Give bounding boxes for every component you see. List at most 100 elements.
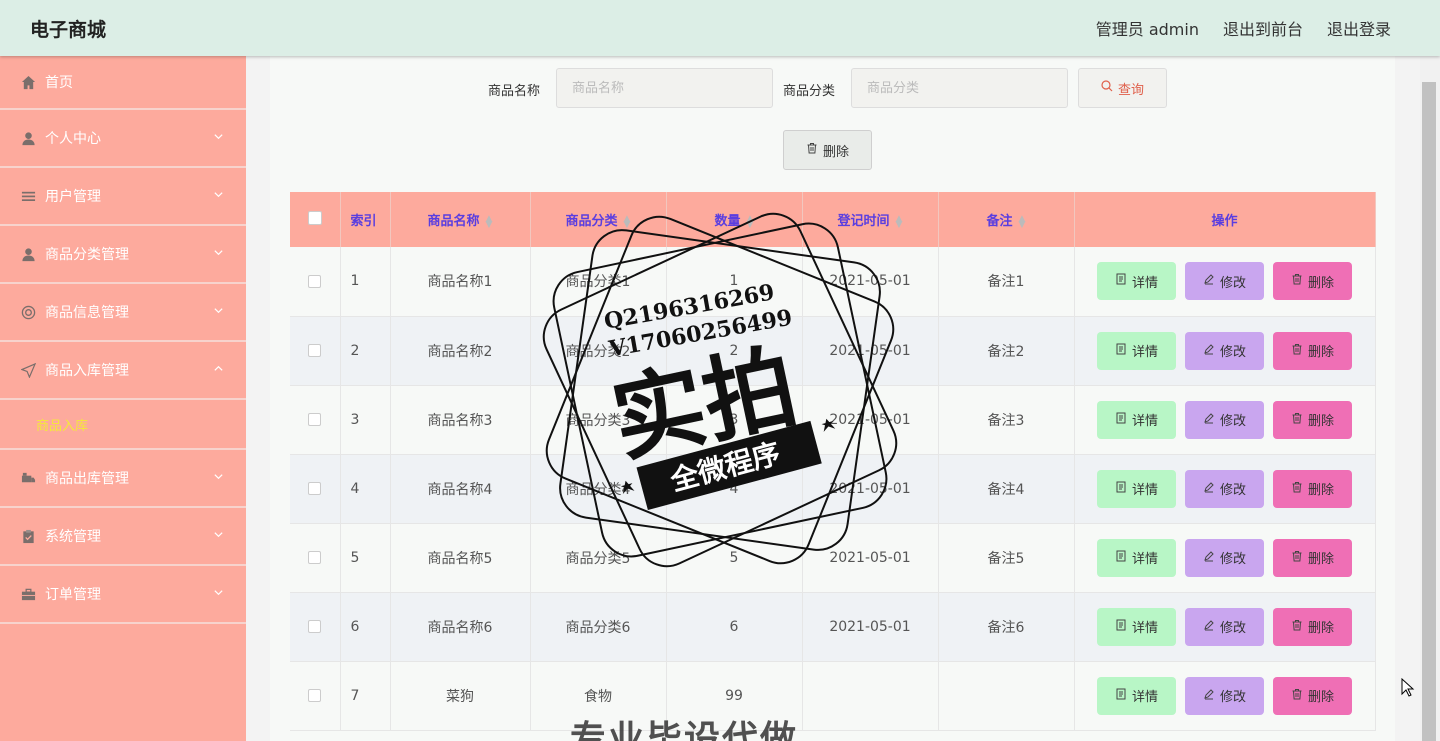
edit-button[interactable]: 修改 bbox=[1185, 262, 1264, 301]
chevron-down-icon bbox=[213, 305, 224, 319]
sort-icon[interactable]: ▲ ▼ bbox=[1019, 214, 1026, 229]
detail-button-label: 详情 bbox=[1131, 483, 1158, 498]
row-select-cell[interactable] bbox=[290, 385, 341, 455]
row-select-cell[interactable] bbox=[290, 454, 341, 524]
edit-button[interactable]: 修改 bbox=[1185, 607, 1264, 646]
delete-button[interactable]: 删除 bbox=[1273, 400, 1352, 439]
sidebar-item-user-management[interactable]: 用户管理 bbox=[0, 168, 246, 226]
trash-icon bbox=[1291, 343, 1303, 359]
column-header-note[interactable]: 备注 ▲ ▼ bbox=[938, 192, 1075, 247]
document-icon bbox=[1115, 619, 1127, 635]
delete-button[interactable]: 删除 bbox=[1273, 262, 1352, 301]
cell-product-name: 商品名称6 bbox=[390, 592, 531, 662]
cell-category: 商品分类2 bbox=[530, 316, 667, 386]
select-all-checkbox[interactable] bbox=[307, 210, 322, 225]
trash-icon bbox=[1291, 412, 1303, 428]
row-checkbox[interactable] bbox=[308, 620, 322, 633]
stock-in-table: 索引 商品名称 ▲ ▼ 商品分类 ▲ ▼ 数量 ▲ ▼ 登记时间 ▲ ▼ 备注 ▲ ▼ 操作 1 商… bbox=[290, 192, 1376, 731]
detail-button[interactable]: 详情 bbox=[1097, 400, 1176, 439]
sidebar-item-category-management[interactable]: 商品分类管理 bbox=[0, 226, 246, 284]
chevron-down-icon bbox=[213, 131, 224, 145]
row-checkbox[interactable] bbox=[308, 274, 322, 288]
cell-category: 商品分类3 bbox=[530, 385, 667, 455]
sidebar-item-personal-center[interactable]: 个人中心 bbox=[0, 110, 246, 168]
row-select-cell[interactable] bbox=[290, 661, 341, 731]
batch-delete-button[interactable]: 删除 bbox=[783, 130, 872, 170]
sidebar-item-system-management[interactable]: 系统管理 bbox=[0, 508, 246, 566]
detail-button[interactable]: 详情 bbox=[1097, 469, 1176, 508]
delete-button-label: 删除 bbox=[1307, 552, 1334, 567]
table-row: 4 商品名称4 商品分类4 4 2021-05-01 备注4 详情 修改 删除 bbox=[290, 454, 1376, 524]
cell-note: 备注3 bbox=[938, 385, 1075, 455]
edit-button[interactable]: 修改 bbox=[1185, 400, 1264, 439]
document-icon bbox=[1115, 273, 1127, 289]
trash-icon bbox=[1291, 619, 1303, 635]
delete-button-label: 删除 bbox=[1307, 621, 1334, 636]
sort-icon[interactable]: ▲ ▼ bbox=[624, 214, 631, 229]
truck-icon bbox=[20, 470, 36, 486]
cell-actions: 详情 修改 删除 bbox=[1074, 316, 1376, 386]
delete-button[interactable]: 删除 bbox=[1273, 607, 1352, 646]
delete-button-label: 删除 bbox=[1307, 275, 1334, 291]
edit-button[interactable]: 修改 bbox=[1185, 676, 1264, 715]
sidebar-item-stock-in[interactable]: 商品入库管理 bbox=[0, 342, 246, 400]
edit-button[interactable]: 修改 bbox=[1185, 538, 1264, 577]
sidebar-item-home[interactable]: 首页 bbox=[0, 56, 246, 110]
sidebar-item-stock-out[interactable]: 商品出库管理 bbox=[0, 450, 246, 508]
row-checkbox[interactable] bbox=[308, 689, 322, 702]
delete-button[interactable]: 删除 bbox=[1273, 469, 1352, 508]
pencil-icon bbox=[1203, 273, 1215, 289]
delete-button[interactable]: 删除 bbox=[1273, 538, 1352, 577]
delete-button[interactable]: 删除 bbox=[1273, 676, 1352, 715]
sort-icon[interactable]: ▲ ▼ bbox=[747, 214, 754, 229]
detail-button[interactable]: 详情 bbox=[1097, 676, 1176, 715]
cell-quantity: 3 bbox=[666, 385, 803, 455]
row-select-cell[interactable] bbox=[290, 316, 341, 386]
cell-note: 备注1 bbox=[938, 247, 1075, 317]
detail-button[interactable]: 详情 bbox=[1097, 607, 1176, 646]
column-header-date[interactable]: 登记时间 ▲ ▼ bbox=[802, 192, 939, 247]
logout-link[interactable]: 退出登录 bbox=[1327, 16, 1391, 40]
row-checkbox[interactable] bbox=[308, 413, 322, 426]
sidebar-item-order-management[interactable]: 订单管理 bbox=[0, 566, 246, 624]
pencil-icon bbox=[1203, 412, 1215, 428]
admin-user-link[interactable]: 管理员 admin bbox=[1096, 16, 1199, 40]
row-checkbox[interactable] bbox=[308, 551, 322, 564]
sidebar-item-product-info[interactable]: 商品信息管理 bbox=[0, 284, 246, 342]
row-select-cell[interactable] bbox=[290, 247, 341, 317]
cell-category: 商品分类5 bbox=[530, 523, 667, 593]
sort-icon[interactable]: ▲ ▼ bbox=[486, 214, 493, 229]
edit-button[interactable]: 修改 bbox=[1185, 469, 1264, 508]
column-header-qty[interactable]: 数量 ▲ ▼ bbox=[666, 192, 803, 247]
column-header-name[interactable]: 商品名称 ▲ ▼ bbox=[390, 192, 531, 247]
column-header-label: 商品分类 bbox=[565, 214, 618, 229]
product-category-input[interactable] bbox=[851, 68, 1068, 108]
column-header-label: 商品名称 bbox=[427, 214, 480, 229]
row-select-cell[interactable] bbox=[290, 523, 341, 593]
sort-icon[interactable]: ▲ ▼ bbox=[896, 214, 903, 229]
select-all-cell[interactable] bbox=[290, 192, 341, 247]
detail-button[interactable]: 详情 bbox=[1097, 262, 1176, 301]
row-checkbox[interactable] bbox=[308, 482, 322, 495]
scrollbar-thumb[interactable] bbox=[1422, 82, 1436, 741]
table-row: 3 商品名称3 商品分类3 3 2021-05-01 备注3 详情 修改 删除 bbox=[290, 385, 1376, 455]
row-select-cell[interactable] bbox=[290, 592, 341, 662]
product-name-input[interactable] bbox=[556, 68, 773, 108]
cell-index: 7 bbox=[340, 661, 391, 731]
cell-product-name: 菜狗 bbox=[390, 661, 531, 731]
detail-button[interactable]: 详情 bbox=[1097, 538, 1176, 577]
exit-to-frontend-link[interactable]: 退出到前台 bbox=[1223, 16, 1303, 40]
query-button[interactable]: 查询 bbox=[1078, 68, 1167, 108]
delete-button[interactable]: 删除 bbox=[1273, 331, 1352, 370]
submenu-stock-in[interactable]: 商品入库 bbox=[0, 400, 246, 450]
column-header-category[interactable]: 商品分类 ▲ ▼ bbox=[530, 192, 667, 247]
detail-button[interactable]: 详情 bbox=[1097, 331, 1176, 370]
edit-button[interactable]: 修改 bbox=[1185, 331, 1264, 370]
sidebar-item-label: 商品信息管理 bbox=[45, 305, 129, 321]
sidebar-item-label: 用户管理 bbox=[45, 189, 101, 205]
row-checkbox[interactable] bbox=[308, 344, 322, 357]
edit-button-label: 修改 bbox=[1219, 483, 1246, 498]
sidebar-item-label: 首页 bbox=[45, 75, 73, 91]
list-icon bbox=[20, 188, 36, 204]
cell-note: 备注6 bbox=[938, 592, 1075, 662]
